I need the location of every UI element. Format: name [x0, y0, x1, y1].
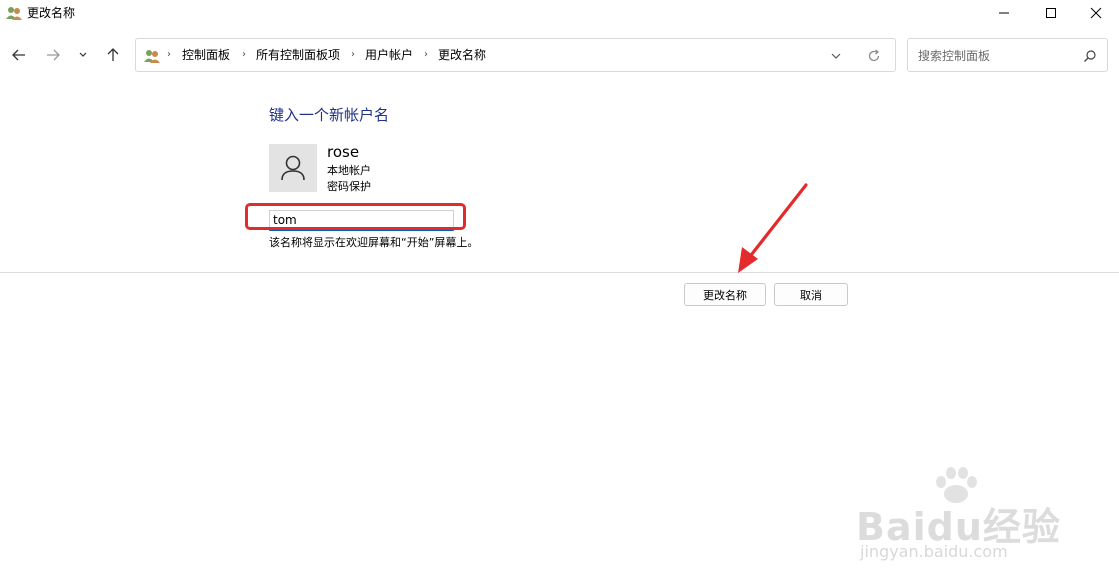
title-bar: 更改名称 [0, 0, 1119, 26]
user-icon [281, 155, 305, 181]
arrow-left-icon [12, 49, 25, 61]
search-icon[interactable] [1083, 49, 1097, 63]
forward-button[interactable] [42, 44, 64, 66]
search-input[interactable]: 搜索控制面板 [918, 48, 990, 64]
cancel-button[interactable]: 取消 [774, 283, 848, 306]
close-button[interactable] [1073, 0, 1119, 26]
breadcrumb-control-panel[interactable]: 控制面板 [182, 47, 230, 63]
minimize-button[interactable] [981, 0, 1027, 26]
minimize-icon [999, 12, 1009, 14]
maximize-button[interactable] [1028, 0, 1074, 26]
avatar [269, 144, 317, 192]
breadcrumb-separator: › [242, 49, 246, 60]
breadcrumb-change-name[interactable]: 更改名称 [438, 47, 486, 63]
hint-text: 该名称将显示在欢迎屏幕和“开始”屏幕上。 [269, 236, 479, 249]
breadcrumb-separator: › [424, 49, 428, 60]
user-name: rose [327, 143, 360, 161]
annotation-arrow [738, 183, 808, 273]
chevron-down-icon [79, 52, 87, 57]
back-button[interactable] [8, 44, 30, 66]
up-button[interactable] [102, 44, 124, 66]
breadcrumb-user-accounts[interactable]: 用户帐户 [365, 47, 413, 63]
address-bar[interactable]: › 控制面板 › 所有控制面板项 › 用户帐户 › 更改名称 [135, 38, 896, 72]
breadcrumb-all-items[interactable]: 所有控制面板项 [256, 47, 340, 63]
control-panel-icon [144, 50, 160, 63]
arrow-up-icon [107, 48, 119, 61]
watermark: Baidu经验 jingyan.baidu.com [856, 466, 1066, 566]
refresh-icon[interactable] [867, 49, 881, 63]
window-title: 更改名称 [27, 6, 76, 20]
divider [0, 272, 1119, 273]
breadcrumb-separator: › [351, 49, 355, 60]
maximize-icon [1046, 8, 1056, 18]
page-title: 键入一个新帐户名 [269, 106, 390, 124]
close-icon [1090, 7, 1102, 19]
watermark-url: jingyan.baidu.com [860, 542, 1008, 561]
chevron-down-icon[interactable] [829, 49, 843, 63]
change-name-button[interactable]: 更改名称 [684, 283, 766, 306]
account-type: 本地帐户 [327, 164, 371, 177]
recent-locations-button[interactable] [74, 44, 92, 66]
arrow-right-icon [47, 49, 60, 61]
users-icon [6, 7, 22, 20]
breadcrumb-separator: › [167, 49, 171, 60]
new-name-input[interactable] [269, 210, 454, 231]
search-box[interactable]: 搜索控制面板 [907, 38, 1108, 72]
password-status: 密码保护 [327, 180, 371, 193]
